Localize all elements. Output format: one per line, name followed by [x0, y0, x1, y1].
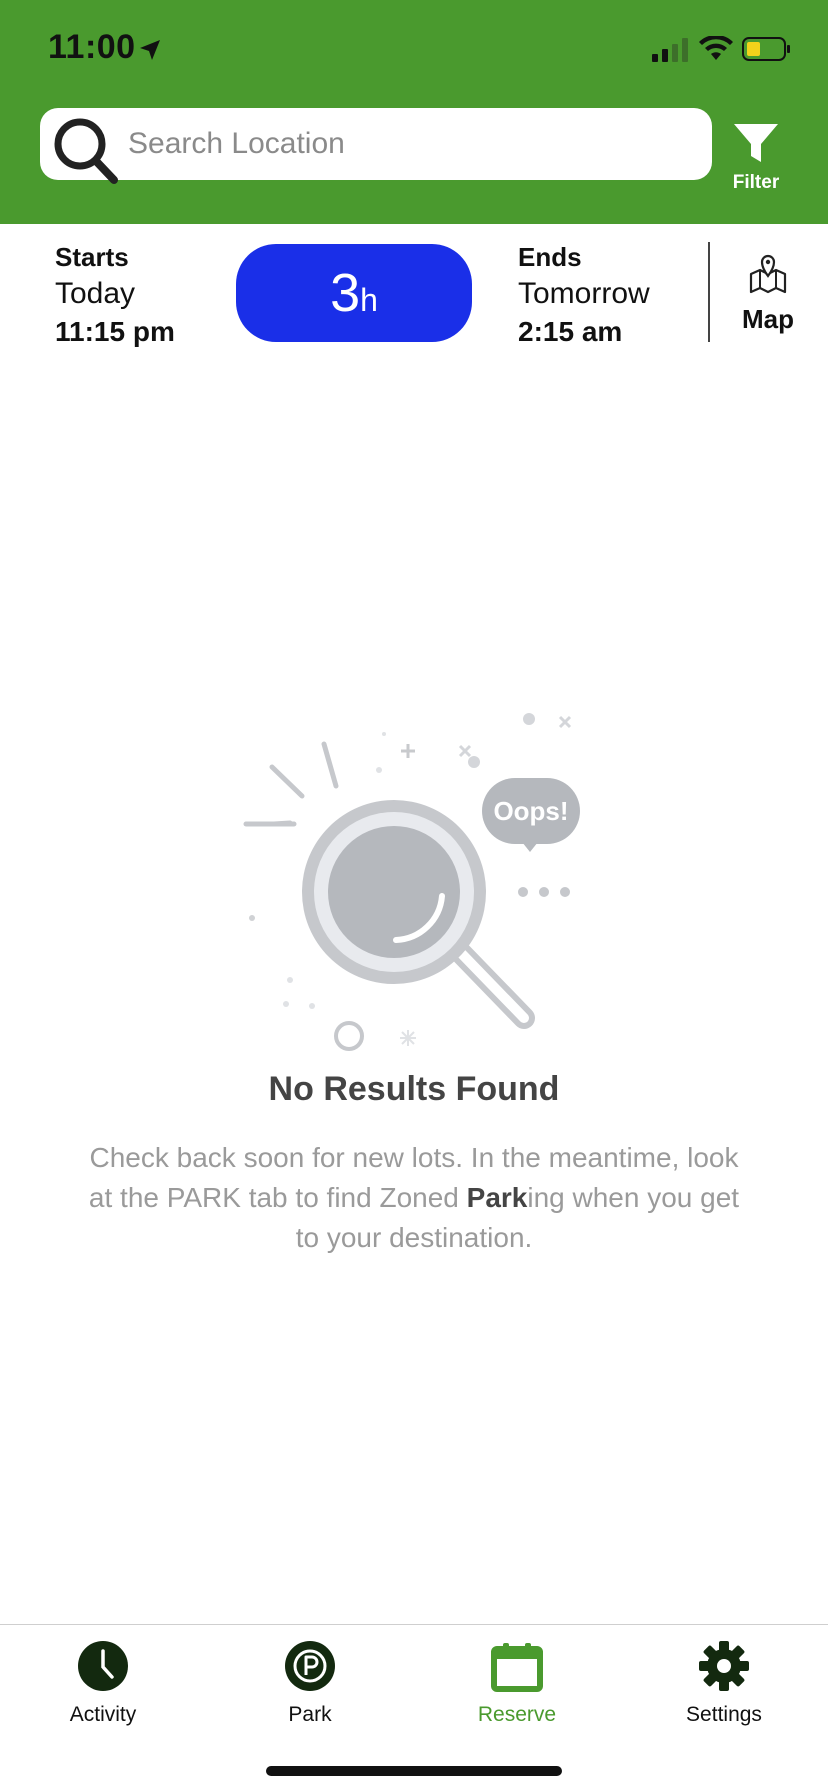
end-time-selector[interactable]: Ends Tomorrow 2:15 am — [518, 240, 650, 350]
tab-settings-label: Settings — [686, 1703, 762, 1726]
cellular-signal-icon — [652, 38, 688, 62]
duration-value: 3 — [330, 263, 361, 323]
tab-activity-label: Activity — [69, 1703, 137, 1726]
parking-icon — [285, 1641, 335, 1691]
map-pin-icon — [749, 254, 787, 294]
funnel-icon — [734, 124, 778, 162]
clock-icon — [78, 1641, 128, 1691]
tab-settings[interactable]: Settings — [644, 1639, 804, 1749]
search-bar[interactable] — [40, 108, 712, 184]
oops-badge: Oops! — [493, 796, 568, 826]
ends-label: Ends — [518, 242, 582, 272]
divider — [708, 242, 710, 342]
battery-icon — [742, 37, 790, 61]
search-icon — [54, 118, 118, 184]
map-button[interactable]: Map — [720, 254, 816, 344]
gear-icon — [699, 1641, 749, 1691]
empty-state-title: No Results Found — [268, 1070, 560, 1108]
location-arrow-icon — [140, 40, 160, 60]
wifi-icon — [699, 36, 733, 60]
tab-park[interactable]: Park — [230, 1639, 390, 1749]
ends-time: 2:15 am — [518, 316, 623, 347]
starts-time: 11:15 pm — [55, 316, 175, 347]
no-results-illustration: Oops! — [243, 713, 580, 1051]
duration-button[interactable]: 3h — [236, 244, 472, 342]
status-bar: 11:00 — [0, 0, 828, 100]
time-range-bar: Starts Today 11:15 pm 3h Ends Tomorrow 2… — [0, 224, 828, 354]
home-indicator — [266, 1766, 562, 1776]
empty-state-message: Check back soon for new lots. In the mea… — [84, 1138, 744, 1258]
duration-unit: h — [360, 282, 378, 318]
app-header: 11:00 Filter — [0, 0, 828, 224]
tab-park-label: Park — [288, 1703, 332, 1726]
ends-day: Tomorrow — [518, 277, 650, 310]
starts-day: Today — [55, 277, 136, 310]
search-input[interactable] — [128, 108, 698, 180]
empty-state-message-bold: Park — [466, 1182, 528, 1213]
start-time-selector[interactable]: Starts Today 11:15 pm — [55, 240, 175, 350]
calendar-icon — [491, 1643, 543, 1692]
status-time: 11:00 — [48, 28, 136, 66]
map-label: Map — [742, 304, 794, 334]
starts-label: Starts — [55, 242, 129, 272]
filter-button[interactable]: Filter — [724, 118, 788, 198]
tab-activity[interactable]: Activity — [23, 1639, 183, 1749]
filter-label: Filter — [732, 172, 780, 193]
tab-reserve-label: Reserve — [477, 1703, 557, 1726]
tab-reserve[interactable]: Reserve — [437, 1639, 597, 1749]
